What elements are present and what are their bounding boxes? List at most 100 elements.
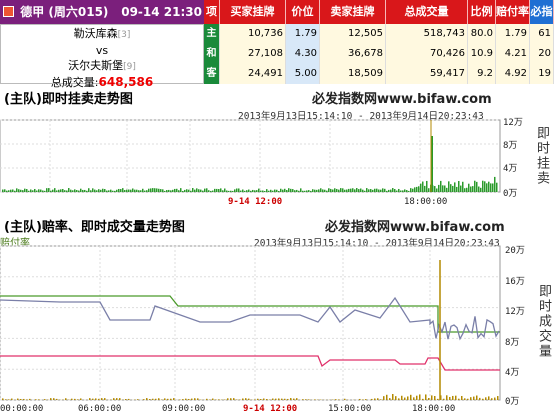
p2-volume-bar — [257, 398, 259, 400]
p1-ytick-8: 8万 — [503, 141, 518, 151]
p1-bar — [454, 182, 456, 192]
p1-bar — [62, 188, 64, 192]
p1-xtick-18: 18:00:00 — [404, 197, 448, 207]
p2-volume-bar — [2, 398, 4, 400]
p2-volume-bar — [50, 398, 52, 400]
p1-bar — [22, 190, 24, 192]
p1-bar — [386, 190, 388, 192]
p1-bar — [468, 183, 470, 192]
p2-volume-bar — [20, 398, 22, 400]
p2-volume-bar — [395, 396, 397, 400]
p1-bar — [458, 181, 460, 192]
p1-bar — [336, 188, 338, 192]
p1-bar — [48, 188, 50, 192]
p2-volume-bar — [359, 398, 361, 400]
p1-bar — [90, 190, 92, 192]
p1-bar — [40, 189, 42, 192]
p1-bar — [74, 189, 76, 192]
p2-volume-bar — [371, 398, 373, 400]
p1-bar — [66, 190, 68, 192]
p2-volume-bar — [461, 395, 463, 400]
p1-bar — [188, 189, 190, 192]
p1-bar — [396, 190, 398, 192]
p1-bar — [338, 189, 340, 192]
p2-volume-bar — [467, 398, 469, 400]
p2-volume-bar — [29, 398, 31, 400]
p2-volume-bar — [80, 398, 82, 400]
p1-bar — [42, 190, 44, 192]
p1-bar — [316, 189, 318, 192]
p2-volume-bar — [422, 398, 424, 400]
p2-volume-bar — [287, 398, 289, 400]
p1-bar — [160, 189, 162, 192]
league-name: 德甲 — [20, 5, 45, 19]
p1-bar — [418, 186, 420, 192]
p2-volume-bar — [167, 398, 169, 400]
p1-bar — [478, 186, 480, 192]
cell-sell: 36,678 — [320, 44, 386, 64]
p1-bar — [370, 189, 372, 192]
p1-bar — [352, 188, 354, 192]
p2-volume-bar — [398, 398, 400, 400]
p1-bar — [490, 183, 492, 192]
table-row[interactable]: 和 27,108 4.30 36,678 70,426 10.9 4.21 20 — [204, 44, 554, 64]
p1-bar — [170, 190, 172, 192]
p1-bar — [290, 188, 292, 192]
p2-volume-bar — [416, 395, 418, 400]
p2-volume-bar — [242, 398, 244, 400]
p2-xtick-18: 18:00:00 — [412, 404, 456, 414]
p1-ytick-0: 0万 — [503, 189, 518, 199]
p2-volume-bar — [194, 398, 196, 400]
cell-price: 5.00 — [286, 64, 320, 84]
p1-bar — [218, 189, 220, 192]
p1-bar — [92, 188, 94, 192]
p1-bar — [324, 189, 326, 192]
p1-bar — [380, 189, 382, 192]
p1-bar — [64, 190, 66, 192]
p2-volume-bar — [452, 395, 454, 400]
p1-bar — [104, 189, 106, 192]
p2-volume-bar — [392, 394, 394, 400]
p2-volume-bar — [491, 398, 493, 400]
p2-volume-bar — [413, 397, 415, 400]
p2-volume-bar — [188, 398, 190, 400]
p2-ytick-4: 4万 — [505, 368, 520, 378]
table-row[interactable]: 客 24,491 5.00 18,509 59,417 9.2 4.92 19 — [204, 64, 554, 84]
p1-bar — [70, 189, 72, 192]
p2-volume-bar — [266, 399, 268, 400]
p2-volume-bar — [305, 399, 307, 400]
p1-bar — [328, 188, 330, 192]
p1-bar — [254, 190, 256, 192]
p1-bar — [376, 188, 378, 192]
p2-volume-bar — [431, 395, 433, 400]
p2-volume-bar — [26, 399, 28, 400]
p2-volume-bar — [77, 399, 79, 400]
cell-ratio: 80.0 — [468, 24, 496, 44]
p1-bar — [486, 183, 488, 192]
col-buy: 买家挂牌 — [220, 0, 286, 24]
p1-bar — [78, 190, 80, 192]
p2-volume-bar — [335, 399, 337, 400]
table-row[interactable]: 主 10,736 1.79 12,505 518,743 80.0 1.79 61 — [204, 24, 554, 44]
cell-total: 70,426 — [386, 44, 468, 64]
p2-volume-bar — [362, 399, 364, 400]
p1-bar — [444, 185, 446, 192]
p1-bar — [472, 186, 474, 192]
cell-ratio: 10.9 — [468, 44, 496, 64]
p1-bar — [292, 189, 294, 192]
p1-bar — [98, 189, 100, 192]
match-header[interactable]: 德甲 (周六015) 09-14 21:30 — [0, 0, 204, 24]
home-team[interactable]: 勒沃库森 — [74, 27, 118, 40]
p2-volume-bar — [458, 398, 460, 400]
p2-ytick-20: 20万 — [505, 246, 525, 256]
away-team[interactable]: 沃尔夫斯堡 — [68, 59, 123, 72]
p1-bar — [214, 188, 216, 192]
p1-bar — [442, 185, 444, 192]
p1-bar — [18, 189, 20, 192]
p1-bar — [270, 189, 272, 192]
p1-bar — [212, 190, 214, 192]
p1-bar — [394, 189, 396, 192]
p1-bar — [124, 190, 126, 192]
p2-volume-bar — [143, 399, 145, 400]
p1-bar — [276, 189, 278, 192]
